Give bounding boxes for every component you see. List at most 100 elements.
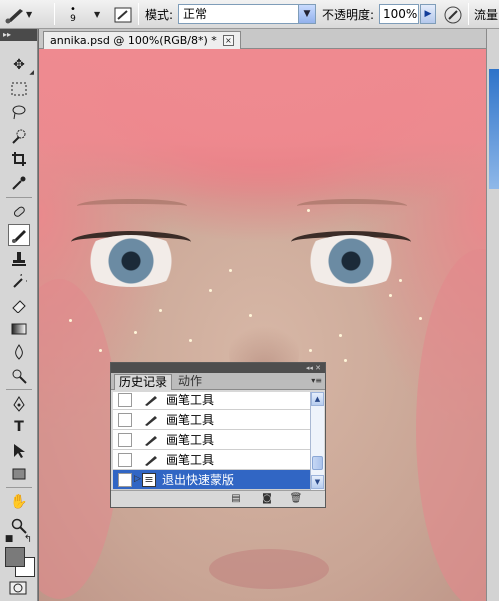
right-eyebrow [297,199,407,213]
panel-menu-icon[interactable]: ▾≡ [311,376,322,385]
brush-tool[interactable] [8,224,30,246]
arrow-icon [14,444,25,458]
new-document-from-state-button[interactable]: ▤ [229,493,243,505]
history-row-label: 画笔工具 [166,413,215,427]
history-row-selected[interactable]: ▷ ≡ 退出快速蒙版 [113,470,310,490]
panel-header [489,69,499,189]
dodge-tool[interactable] [8,365,30,387]
history-scrollbar[interactable]: ▲ ▼ [310,392,324,490]
opacity-input[interactable]: 100% [379,4,419,24]
freckle-highlight [389,294,392,297]
left-cheek [39,279,119,599]
eyedropper-tool[interactable] [8,172,30,194]
history-row[interactable]: 画笔工具 [113,450,310,470]
foreground-color-swatch[interactable] [5,547,25,567]
divider [6,389,32,390]
path-selection-tool[interactable] [8,440,30,462]
freckle-highlight [189,339,192,342]
crop-tool[interactable] [8,148,30,170]
flow-label: 流量 [474,8,499,22]
options-bar: ▼ • 9 ▼ 模式: 正常 ▼ 不透明度: 100% ▶ 流量 [0,0,499,29]
type-icon: T [14,419,24,435]
opacity-slider-toggle[interactable]: ▶ [420,4,436,24]
snapshot-checkbox[interactable] [118,452,132,467]
right-cheek [416,249,486,601]
opacity-label: 不透明度: [322,8,375,22]
document-tab[interactable]: annika.psd @ 100%(RGB/8*) * × [43,31,241,49]
tab-history[interactable]: 历史记录 [114,374,173,390]
swap-icon: ↰ [23,533,33,545]
brush-icon [5,8,23,23]
snapshot-checkbox[interactable] [118,472,132,487]
panel-grip[interactable]: ▸▸ [0,29,37,41]
bandage-icon [13,206,25,217]
brush-icon [142,433,160,447]
history-panel-titlebar[interactable]: ◂◂ ✕ [111,363,325,373]
clone-stamp-tool[interactable] [8,248,30,270]
freckle-highlight [309,349,312,352]
marquee-icon [11,82,27,96]
brush-picker[interactable]: • 9 [70,0,76,29]
snapshot-checkbox[interactable] [118,412,132,427]
quick-mask-icon [9,581,27,595]
history-row[interactable]: 画笔工具 [113,392,310,410]
freckle-highlight [99,349,102,352]
swap-colors-button[interactable]: ↰ [22,533,34,545]
brush-panel-toggle[interactable] [113,0,133,29]
camera-icon: ◙ [262,493,272,504]
tool-preset-picker[interactable]: ▼ [4,0,32,29]
brush-icon [142,453,160,467]
dodge-icon [12,369,27,384]
healing-brush-tool[interactable] [8,201,30,223]
history-state-marker-icon: ▷ [134,474,141,484]
rectangle-icon [12,468,26,480]
zoom-icon [11,518,27,534]
move-tool[interactable]: ✥ ◢ [8,54,34,76]
history-brush-tool[interactable] [8,271,30,293]
freckle-highlight [69,319,72,322]
scroll-up-button[interactable]: ▲ [311,392,324,406]
pen-tool[interactable] [8,393,30,415]
shape-tool[interactable] [8,463,30,485]
right-eye [296,235,406,287]
mode-label: 模式: [145,8,174,22]
gradient-tool[interactable] [8,318,30,340]
lasso-tool[interactable] [8,101,30,123]
type-tool[interactable]: T [8,416,30,438]
tab-actions[interactable]: 动作 [174,374,206,390]
brush-picker-dropdown[interactable]: ▼ [94,0,100,29]
quick-mask-button[interactable] [8,580,28,596]
snapshot-checkbox[interactable] [118,432,132,447]
quick-selection-tool[interactable] [8,125,30,147]
freckle-highlight [229,269,232,272]
document-icon: ▤ [231,493,241,504]
delete-state-button[interactable]: 🗑 [289,493,303,505]
freckle-highlight [399,279,402,282]
history-row-label: 画笔工具 [166,393,215,407]
freckle-highlight [159,309,162,312]
eraser-tool[interactable] [8,294,30,316]
mouth [209,549,329,589]
brush-icon [142,413,160,427]
pressure-opacity-button[interactable] [443,0,463,29]
snapshot-checkbox[interactable] [118,392,132,407]
scroll-thumb[interactable] [312,456,323,470]
default-colors-button[interactable]: ■ [3,533,15,545]
scroll-down-button[interactable]: ▼ [311,475,324,489]
mode-select[interactable]: 正常 ▼ [178,4,316,24]
blur-tool[interactable] [8,341,30,363]
chevron-down-icon[interactable]: ▼ [298,5,315,23]
divider [138,3,139,25]
close-icon[interactable]: × [222,35,234,46]
hand-tool[interactable]: ✋ [8,491,30,513]
collapse-icon[interactable]: ◂◂ ✕ [306,364,321,372]
marquee-tool[interactable] [8,78,30,100]
freckle-highlight [209,289,212,292]
new-snapshot-button[interactable]: ◙ [260,493,274,505]
history-row[interactable]: 画笔工具 [113,430,310,450]
brush-dot-icon: • [70,3,76,15]
history-panel-tabs: 历史记录 动作 ▾≡ [111,373,325,390]
history-row[interactable]: 画笔工具 [113,410,310,430]
brush-icon [142,393,160,407]
image-canvas[interactable] [39,49,486,601]
